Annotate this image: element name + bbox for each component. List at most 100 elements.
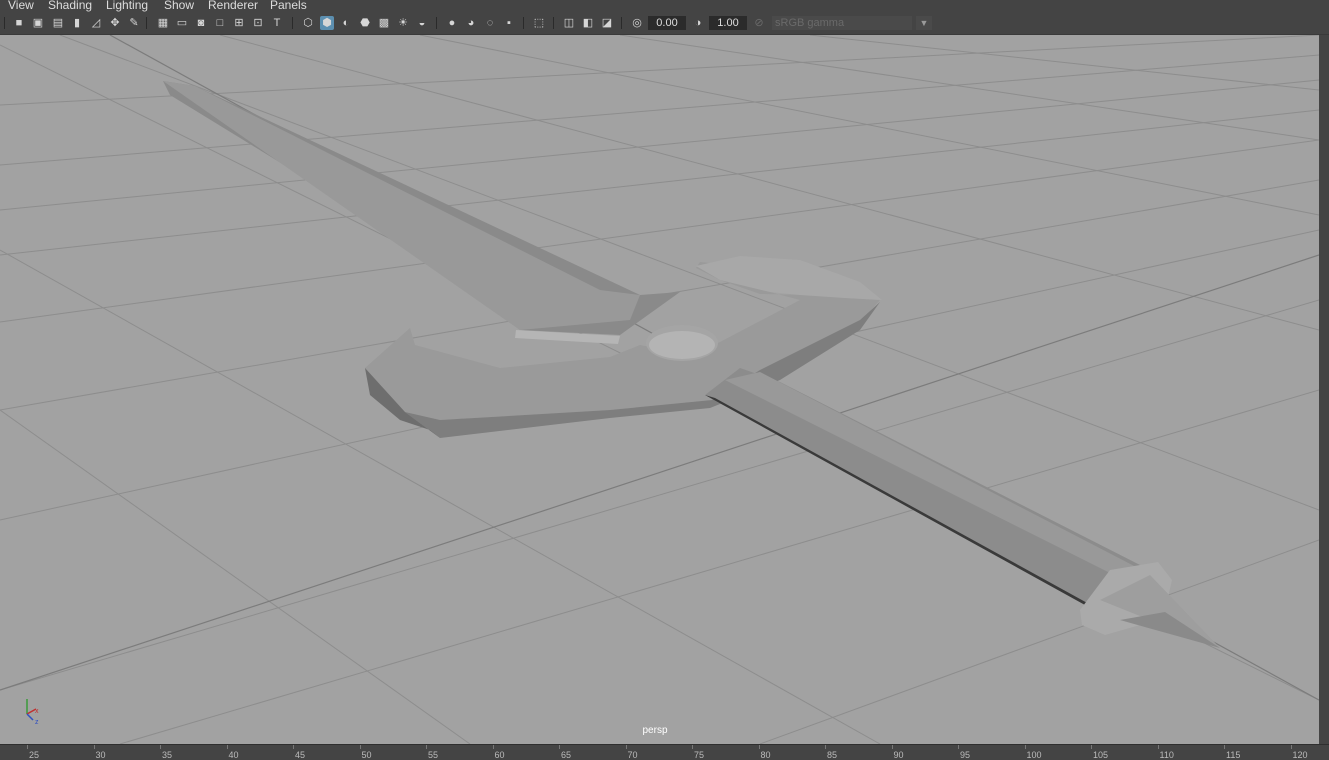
timeline-tick-label: 95 (960, 750, 971, 760)
color-space-dropdown[interactable]: sRGB gamma (772, 16, 912, 30)
timeline-tick-label: 85 (827, 750, 838, 760)
exposure-icon[interactable]: ◎ (630, 16, 644, 30)
timeline-tick-label: 45 (295, 750, 306, 760)
panel-toolbar: ■ ▣ ▤ ▮ ◿ ✥ ✎ ▦ ▭ ◙ □ ⊞ ⊡ T ⬡ ⬢ ◐ ⬣ ▩ ☀ … (0, 12, 1329, 35)
toolbar-separator (553, 17, 554, 29)
image-plane-icon[interactable]: ◿ (89, 16, 103, 30)
sword-model (163, 81, 1220, 648)
timeline-tick (1157, 745, 1159, 749)
use-all-lights-icon[interactable]: ☀ (396, 16, 410, 30)
timeline-tick (359, 745, 361, 749)
timeline-tick-label: 65 (561, 750, 572, 760)
menu-shading[interactable]: Shading (48, 0, 92, 12)
timeline-tick (692, 745, 693, 749)
timeline-tick-label: 50 (361, 750, 372, 760)
timeline-tick (226, 745, 228, 749)
timeline-tick (891, 745, 893, 749)
timeline-tick-label: 30 (95, 750, 106, 760)
timeline-tick-label: 75 (694, 750, 705, 760)
timeline-tick-label: 90 (893, 750, 904, 760)
timeline-tick-label: 110 (1159, 750, 1174, 760)
bookmark-icon[interactable]: ▮ (70, 16, 84, 30)
xray-joints-icon[interactable]: ◧ (581, 16, 595, 30)
toolbar-separator (146, 17, 147, 29)
isolate-select-icon[interactable]: ⬚ (532, 16, 546, 30)
default-material-icon[interactable]: ◐ (339, 16, 353, 30)
wireframe-icon[interactable]: ⬡ (301, 16, 315, 30)
safe-title-icon[interactable]: T (270, 16, 284, 30)
timeline-tick (958, 745, 959, 749)
timeline-tick-label: 70 (627, 750, 638, 760)
axis-gizmo: x z (26, 699, 39, 726)
xray-icon[interactable]: ◫ (562, 16, 576, 30)
screen-space-ao-icon[interactable]: ● (445, 16, 459, 30)
toolbar-separator (523, 17, 524, 29)
time-slider[interactable]: 25 30 35 40 45 50 55 60 65 70 75 80 85 90 95 100 105 110 1… (0, 744, 1329, 760)
axis-z-label: z (35, 719, 39, 726)
timeline-tick (1091, 745, 1092, 749)
timeline-tick-label: 40 (228, 750, 239, 760)
timeline-tick-label: 80 (760, 750, 771, 760)
2d-pan-zoom-icon[interactable]: ✥ (108, 16, 122, 30)
timeline-tick (1024, 745, 1026, 749)
timeline-tick-label: 100 (1026, 750, 1042, 760)
camera-attributes-icon[interactable]: ▣ (31, 16, 45, 30)
wireframe-on-shaded-icon[interactable]: ⬣ (358, 16, 372, 30)
timeline-tick-label: 105 (1093, 750, 1109, 760)
timeline-tick-label: 25 (29, 750, 40, 760)
camera-label: persp (642, 725, 668, 736)
multisample-aa-icon[interactable]: ◌ (483, 16, 497, 30)
field-chart-icon[interactable]: ⊞ (232, 16, 246, 30)
gamma-field[interactable] (709, 16, 747, 30)
timeline-tick (1290, 745, 1292, 749)
timeline-tick (426, 745, 427, 749)
grid-icon[interactable]: ▦ (156, 16, 170, 30)
bookmarks-icon[interactable]: ▤ (51, 16, 65, 30)
timeline-tick (160, 745, 161, 749)
timeline-tick (27, 745, 28, 749)
menu-panels[interactable]: Panels (270, 0, 307, 12)
view-transform-icon[interactable]: ⊘ (752, 16, 766, 30)
timeline-tick-label: 120 (1292, 750, 1308, 760)
xray-components-icon[interactable]: ◪ (600, 16, 614, 30)
gamma-icon[interactable]: ◑ (691, 16, 705, 30)
depth-of-field-icon[interactable]: ▪ (502, 16, 516, 30)
textured-icon[interactable]: ▩ (377, 16, 391, 30)
select-camera-icon[interactable]: ■ (12, 16, 26, 30)
timeline-tick (559, 745, 560, 749)
timeline-tick (758, 745, 760, 749)
toolbar-separator (436, 17, 437, 29)
menu-lighting[interactable]: Lighting (106, 0, 148, 12)
timeline-tick-label: 60 (494, 750, 505, 760)
menu-renderer[interactable]: Renderer (208, 0, 258, 12)
toolbar-separator (292, 17, 293, 29)
timeline-tick-label: 35 (162, 750, 173, 760)
menu-show[interactable]: Show (164, 0, 194, 12)
toolbar-separator (4, 17, 5, 29)
timeline-tick-label: 55 (428, 750, 439, 760)
menu-view[interactable]: View (8, 0, 34, 12)
motion-blur-icon[interactable]: ◕ (464, 16, 478, 30)
timeline-tick (492, 745, 494, 749)
viewport-frame (1319, 35, 1329, 744)
film-gate-icon[interactable]: ▭ (175, 16, 189, 30)
timeline-tick (825, 745, 826, 749)
exposure-field[interactable] (648, 16, 686, 30)
scene-render: x z (0, 35, 1319, 744)
shadows-icon[interactable]: ◒ (415, 16, 429, 30)
gate-mask-icon[interactable]: □ (213, 16, 227, 30)
timeline-tick (625, 745, 627, 749)
timeline-tick (293, 745, 294, 749)
axis-x-label: x (35, 708, 39, 715)
timeline-tick-label: 115 (1226, 750, 1241, 760)
chevron-down-icon[interactable]: ▼ (916, 16, 932, 30)
3d-viewport[interactable]: x z persp (0, 35, 1319, 744)
timeline-tick (1224, 745, 1225, 749)
toolbar-separator (621, 17, 622, 29)
resolution-gate-icon[interactable]: ◙ (194, 16, 208, 30)
panel-menu-bar: View Shading Lighting Show Renderer Pane… (0, 0, 1329, 12)
safe-action-icon[interactable]: ⊡ (251, 16, 265, 30)
grease-pencil-icon[interactable]: ✎ (127, 16, 141, 30)
timeline-tick (93, 745, 95, 749)
smooth-shade-icon[interactable]: ⬢ (320, 16, 334, 30)
